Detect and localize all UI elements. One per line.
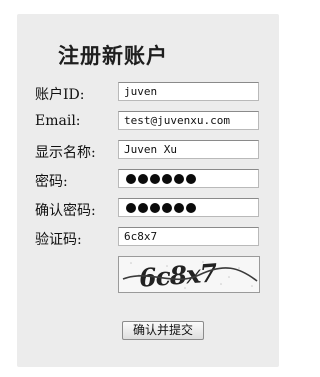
password-input[interactable] — [118, 169, 259, 188]
confirm-password-label: 确认密码: — [35, 203, 96, 219]
captcha-label: 验证码: — [35, 232, 82, 248]
display-name-label: 显示名称: — [35, 145, 96, 161]
submit-button[interactable]: 确认并提交 — [122, 321, 204, 340]
display-name-input[interactable]: Juven Xu — [118, 140, 259, 159]
email-input[interactable]: test@juvenxu.com — [118, 111, 259, 130]
captcha-input[interactable]: 6c8x7 — [118, 227, 259, 246]
confirm-password-input[interactable] — [118, 198, 259, 217]
email-label: Email: — [35, 113, 81, 129]
password-label: 密码: — [35, 174, 68, 190]
captcha-image: 6c8x7 — [118, 256, 260, 293]
account-id-input[interactable]: juven — [118, 82, 259, 101]
confirm-password-mask — [124, 199, 258, 216]
password-mask — [124, 170, 258, 187]
page-title: 注册新账户 — [58, 44, 168, 68]
account-id-label: 账户ID: — [35, 87, 85, 103]
captcha-text: 6c8x7 — [138, 258, 219, 292]
